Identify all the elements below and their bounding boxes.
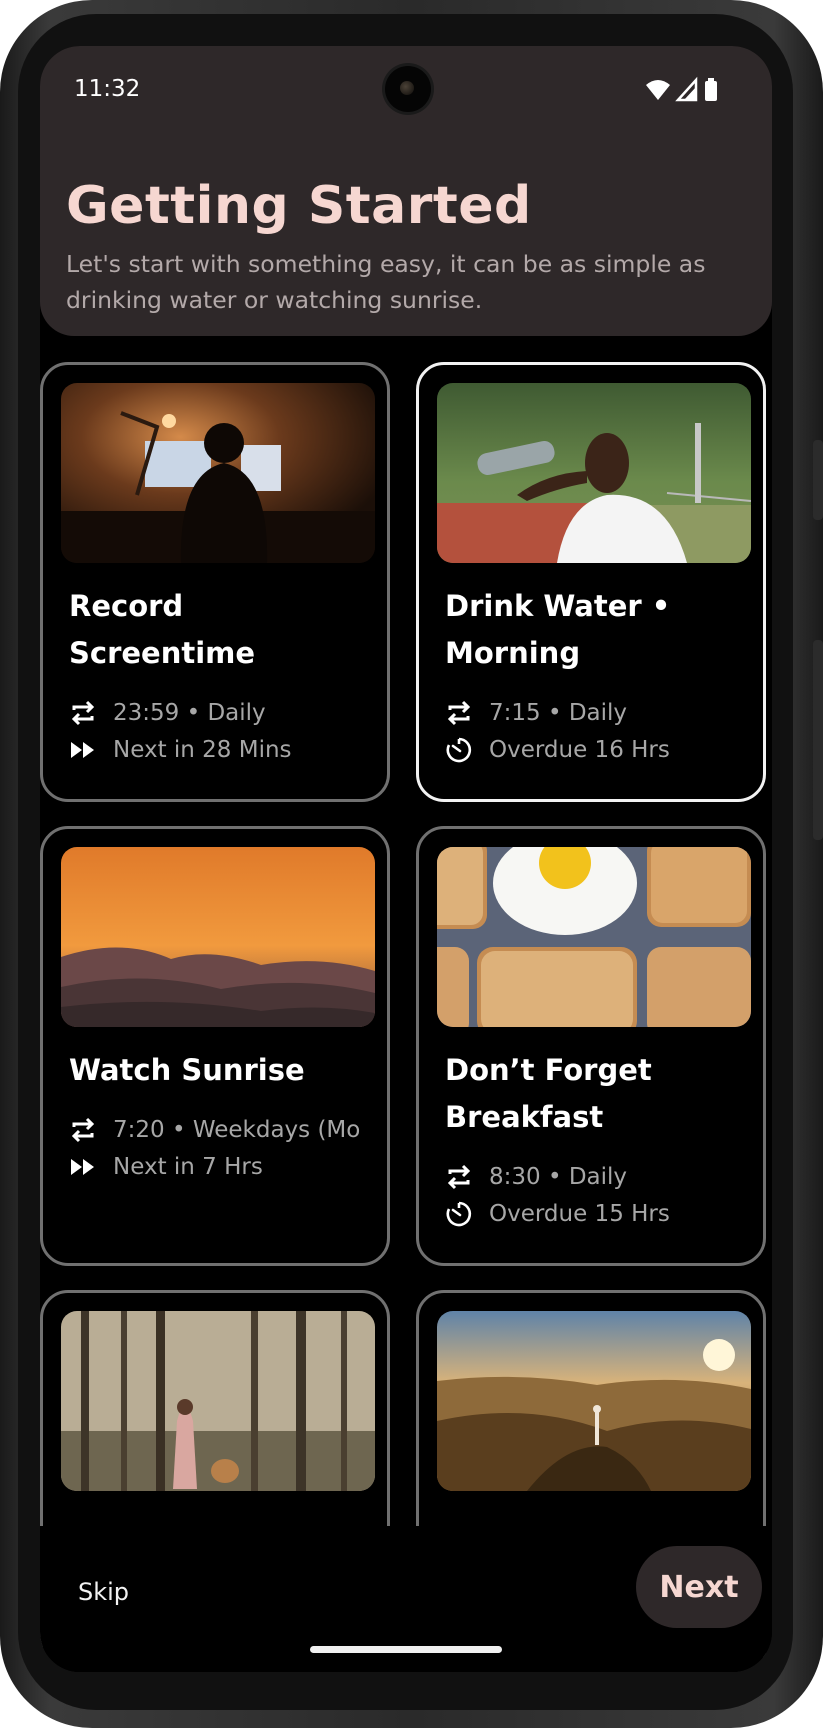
status-text: Next in 28 Mins xyxy=(113,737,292,763)
timer-icon xyxy=(446,1201,472,1227)
front-camera xyxy=(385,66,431,112)
status-time: 11:32 xyxy=(74,76,141,102)
habit-card-watch-sunrise[interactable]: Watch Sunrise 7:20 • Weekdays (Mo Next i… xyxy=(40,826,390,1266)
card-image-breakfast xyxy=(437,847,751,1027)
page-subtitle: Let's start with something easy, it can … xyxy=(66,250,706,314)
card-image-forest-walk xyxy=(61,1311,375,1491)
bottom-navigation: Skip Next xyxy=(40,1526,772,1672)
card-schedule: 7:15 • Daily xyxy=(445,695,745,731)
habit-card-record-screentime[interactable]: Record Screentime 23:59 • Daily Next in … xyxy=(40,362,390,802)
signal-icon xyxy=(675,76,698,102)
card-status: Next in 7 Hrs xyxy=(69,1149,369,1185)
repeat-icon xyxy=(447,700,471,726)
home-indicator[interactable] xyxy=(310,1646,502,1653)
card-image-sunrise xyxy=(61,847,375,1027)
status-text: Overdue 16 Hrs xyxy=(489,737,670,763)
habit-card-breakfast[interactable]: Don’t Forget Breakfast 8:30 • Daily Over… xyxy=(416,826,766,1266)
repeat-icon xyxy=(71,700,95,726)
timer-icon xyxy=(446,737,472,763)
habit-card-drink-water[interactable]: Drink Water • Morning 7:15 • Daily Overd… xyxy=(416,362,766,802)
card-status: Next in 28 Mins xyxy=(69,732,369,768)
card-schedule: 7:20 • Weekdays (Mo xyxy=(69,1112,369,1148)
device-frame: 11:32 Getting Started Let's start with s… xyxy=(0,0,823,1728)
fast-forward-icon xyxy=(71,1159,94,1175)
repeat-icon xyxy=(71,1117,95,1143)
card-schedule: 8:30 • Daily xyxy=(445,1159,745,1195)
schedule-text: 7:15 • Daily xyxy=(489,700,628,726)
card-image-desk xyxy=(61,383,375,563)
status-text: Next in 7 Hrs xyxy=(113,1154,263,1180)
skip-button[interactable]: Skip xyxy=(78,1578,129,1606)
battery-icon xyxy=(705,78,717,101)
power-button xyxy=(813,440,823,520)
wifi-icon xyxy=(646,80,670,100)
card-schedule: 23:59 • Daily xyxy=(69,695,369,731)
status-text: Overdue 15 Hrs xyxy=(489,1201,670,1227)
card-title: Watch Sunrise xyxy=(69,1053,305,1087)
header: 11:32 Getting Started Let's start with s… xyxy=(40,46,772,336)
card-title: Don’t Forget Breakfast xyxy=(445,1053,652,1134)
card-image-yoga xyxy=(437,1311,751,1491)
schedule-text: 23:59 • Daily xyxy=(113,700,266,726)
next-button[interactable]: Next xyxy=(636,1546,762,1628)
app-screen: 11:32 Getting Started Let's start with s… xyxy=(40,46,772,1672)
card-title: Drink Water • Morning xyxy=(445,589,671,670)
card-title: Record Screentime xyxy=(69,589,256,670)
card-image-drinking xyxy=(437,383,751,563)
volume-button xyxy=(813,640,823,840)
schedule-text: 8:30 • Daily xyxy=(489,1164,628,1190)
card-status: Overdue 16 Hrs xyxy=(445,732,745,768)
fast-forward-icon xyxy=(71,742,94,758)
status-icons xyxy=(646,76,717,102)
card-status: Overdue 15 Hrs xyxy=(445,1196,745,1232)
schedule-text: 7:20 • Weekdays (Mo xyxy=(113,1117,361,1143)
repeat-icon xyxy=(447,1164,471,1190)
page-title: Getting Started xyxy=(66,176,532,236)
